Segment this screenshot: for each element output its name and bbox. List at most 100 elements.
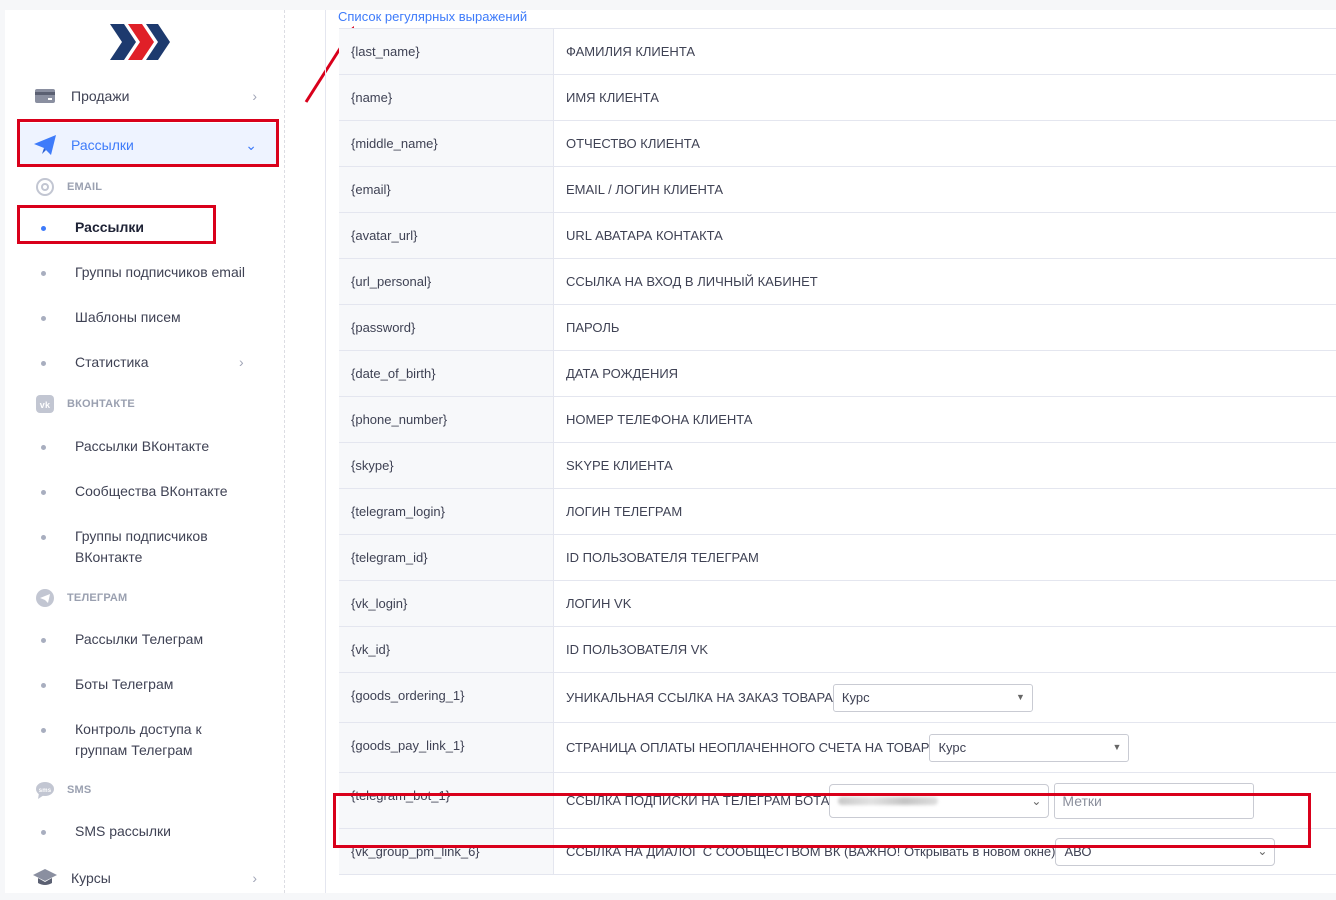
product-select[interactable]: Курс ▼	[832, 683, 1033, 712]
variable-cell: {skype}	[339, 443, 554, 488]
description-cell: ПАРОЛЬ	[555, 305, 1336, 350]
variable-name[interactable]: {password}	[351, 320, 415, 335]
sidebar-item-courses[interactable]: Курсы ›	[17, 856, 279, 900]
subitem-label: Рассылки Телеграм	[75, 631, 204, 647]
table-row: {last_name} ФАМИЛИЯ КЛИЕНТА	[339, 29, 1336, 75]
table-row: {telegram_login} ЛОГИН ТЕЛЕГРАМ	[339, 489, 1336, 535]
table-row: {url_personal} ССЫЛКА НА ВХОД В ЛИЧНЫЙ КА…	[339, 259, 1336, 305]
bullet-dot	[41, 271, 46, 276]
variable-name[interactable]: {skype}	[351, 458, 394, 473]
variable-name[interactable]: {avatar_url}	[351, 228, 418, 243]
table-row: {vk_id} ID ПОЛЬЗОВАТЕЛЯ VK	[339, 627, 1336, 673]
table-row: {avatar_url} URL АВАТАРА КОНТАКТА	[339, 213, 1336, 259]
sidebar-item-sales[interactable]: Продажи ›	[17, 74, 279, 118]
dropdown-arrow-icon: ▼	[1112, 741, 1122, 752]
table-row: {name} ИМЯ КЛИЕНТА	[339, 75, 1336, 121]
section-label: EMAIL	[67, 181, 103, 193]
description-cell: НОМЕР ТЕЛЕФОНА КЛИЕНТА	[555, 397, 1336, 442]
svg-text:sms: sms	[39, 788, 52, 794]
variable-name[interactable]: {vk_login}	[351, 596, 407, 611]
variable-cell: {name}	[339, 75, 554, 120]
wallet-icon	[33, 88, 57, 104]
variable-description: ID ПОЛЬЗОВАТЕЛЯ VK	[566, 642, 709, 657]
highlight-box	[17, 119, 279, 167]
variable-description: УНИКАЛЬНАЯ ССЫЛКА НА ЗАКАЗ ТОВАРА	[566, 690, 833, 705]
subitem-label: Контроль доступа к группам Телеграм	[75, 721, 202, 758]
variable-cell: {password}	[339, 305, 554, 350]
variable-name[interactable]: {last_name}	[351, 44, 420, 59]
sidebar-item-label: Курсы	[71, 870, 111, 886]
variable-name[interactable]: {telegram_id}	[351, 550, 428, 565]
variable-description: ФАМИЛИЯ КЛИЕНТА	[566, 44, 696, 59]
variable-name[interactable]: {url_personal}	[351, 274, 431, 289]
variable-name[interactable]: {middle_name}	[351, 136, 438, 151]
variable-cell: {phone_number}	[339, 397, 554, 442]
variable-description: НОМЕР ТЕЛЕФОНА КЛИЕНТА	[566, 412, 753, 427]
table-row: {date_of_birth} ДАТА РОЖДЕНИЯ	[339, 351, 1336, 397]
table-row: {password} ПАРОЛЬ	[339, 305, 1336, 351]
subitem-label: SMS рассылки	[75, 823, 171, 839]
variables-table: {last_name} ФАМИЛИЯ КЛИЕНТА {name} ИМЯ КЛИЕ…	[339, 28, 1336, 875]
variable-description: ПАРОЛЬ	[566, 320, 620, 335]
variable-name[interactable]: {name}	[351, 90, 392, 105]
chevron-right-icon: ›	[239, 354, 244, 370]
description-cell: ИМЯ КЛИЕНТА	[555, 75, 1336, 120]
table-row: {email} EMAIL / ЛОГИН КЛИЕНТА	[339, 167, 1336, 213]
variable-cell: {date_of_birth}	[339, 351, 554, 396]
regex-list-link[interactable]: Список регулярных выражений	[338, 9, 527, 24]
section-label: SMS	[67, 784, 92, 796]
variable-name[interactable]: {email}	[351, 182, 391, 197]
table-row: {telegram_id} ID ПОЛЬЗОВАТЕЛЯ ТЕЛЕГРАМ	[339, 535, 1336, 581]
description-cell: ОТЧЕСТВО КЛИЕНТА	[555, 121, 1336, 166]
bullet-dot	[41, 830, 46, 835]
dropdown-arrow-icon: ▼	[1016, 691, 1025, 702]
table-row: {phone_number} НОМЕР ТЕЛЕФОНА КЛИЕНТА	[339, 397, 1336, 443]
variable-name[interactable]: {phone_number}	[351, 412, 447, 427]
telegram-icon	[35, 588, 55, 608]
sidebar-item-label: Продажи	[71, 88, 130, 104]
vk-icon: vk	[35, 394, 55, 414]
variable-cell: {telegram_login}	[339, 489, 554, 534]
variable-cell: {goods_pay_link_1}	[339, 723, 554, 772]
bullet-dot	[41, 361, 46, 366]
variable-cell: {vk_login}	[339, 581, 554, 626]
bullet-dot	[41, 683, 46, 688]
variable-cell: {telegram_id}	[339, 535, 554, 580]
description-cell: ФАМИЛИЯ КЛИЕНТА	[555, 29, 1336, 74]
variable-name[interactable]: {goods_ordering_1}	[351, 688, 465, 703]
subitem-label: Группы подписчиков email	[75, 264, 245, 280]
variable-description: ЛОГИН ТЕЛЕГРАМ	[566, 504, 683, 519]
description-cell: URL АВАТАРА КОНТАКТА	[555, 213, 1336, 258]
section-email: EMAIL	[35, 177, 102, 197]
variable-description: SKYPE КЛИЕНТА	[566, 458, 673, 473]
variable-name[interactable]: {date_of_birth}	[351, 366, 436, 381]
bullet-dot	[41, 490, 46, 495]
main-content: Список регулярных выражений {last_name} Ф…	[325, 9, 1336, 893]
logo-icon[interactable]	[110, 24, 172, 65]
description-cell: СТРАНИЦА ОПЛАТЫ НЕОПЛАЧЕННОГО СЧЕТА НА Т…	[555, 723, 1336, 772]
variable-name[interactable]: {goods_pay_link_1}	[351, 738, 465, 753]
subitem-label: Сообщества ВКонтакте	[75, 483, 228, 499]
chevron-right-icon: ›	[252, 88, 257, 104]
variable-description: ССЫЛКА НА ВХОД В ЛИЧНЫЙ КАБИНЕТ	[566, 274, 818, 289]
description-cell: УНИКАЛЬНАЯ ССЫЛКА НА ЗАКАЗ ТОВАРА Курс ▼	[555, 673, 1336, 722]
variable-cell: {avatar_url}	[339, 213, 554, 258]
product-select[interactable]: Курс ▼	[929, 733, 1130, 762]
table-row: {goods_pay_link_1} СТРАНИЦА ОПЛАТЫ НЕОПЛА…	[339, 723, 1336, 773]
select-value: Курс	[938, 740, 967, 755]
variable-name[interactable]: {telegram_login}	[351, 504, 445, 519]
bullet-dot	[41, 445, 46, 450]
section-label: ТЕЛЕГРАМ	[67, 592, 128, 604]
table-row: {vk_login} ЛОГИН VK	[339, 581, 1336, 627]
description-cell: ID ПОЛЬЗОВАТЕЛЯ VK	[555, 627, 1336, 672]
section-telegram: ТЕЛЕГРАМ	[35, 588, 127, 608]
variable-cell: {url_personal}	[339, 259, 554, 304]
app-frame: Продажи › Рассылки ⌄ EMAIL Рассылки Груп…	[5, 9, 1336, 893]
variable-description: ID ПОЛЬЗОВАТЕЛЯ ТЕЛЕГРАМ	[566, 550, 759, 565]
subitem-label: Группы подписчиков ВКонтакте	[75, 528, 208, 565]
chevron-right-icon: ›	[252, 870, 257, 886]
variable-name[interactable]: {vk_id}	[351, 642, 390, 657]
section-label: ВКОНТАКТЕ	[67, 398, 135, 410]
sidebar: Продажи › Рассылки ⌄ EMAIL Рассылки Груп…	[5, 10, 285, 893]
variable-description: ОТЧЕСТВО КЛИЕНТА	[566, 136, 700, 151]
